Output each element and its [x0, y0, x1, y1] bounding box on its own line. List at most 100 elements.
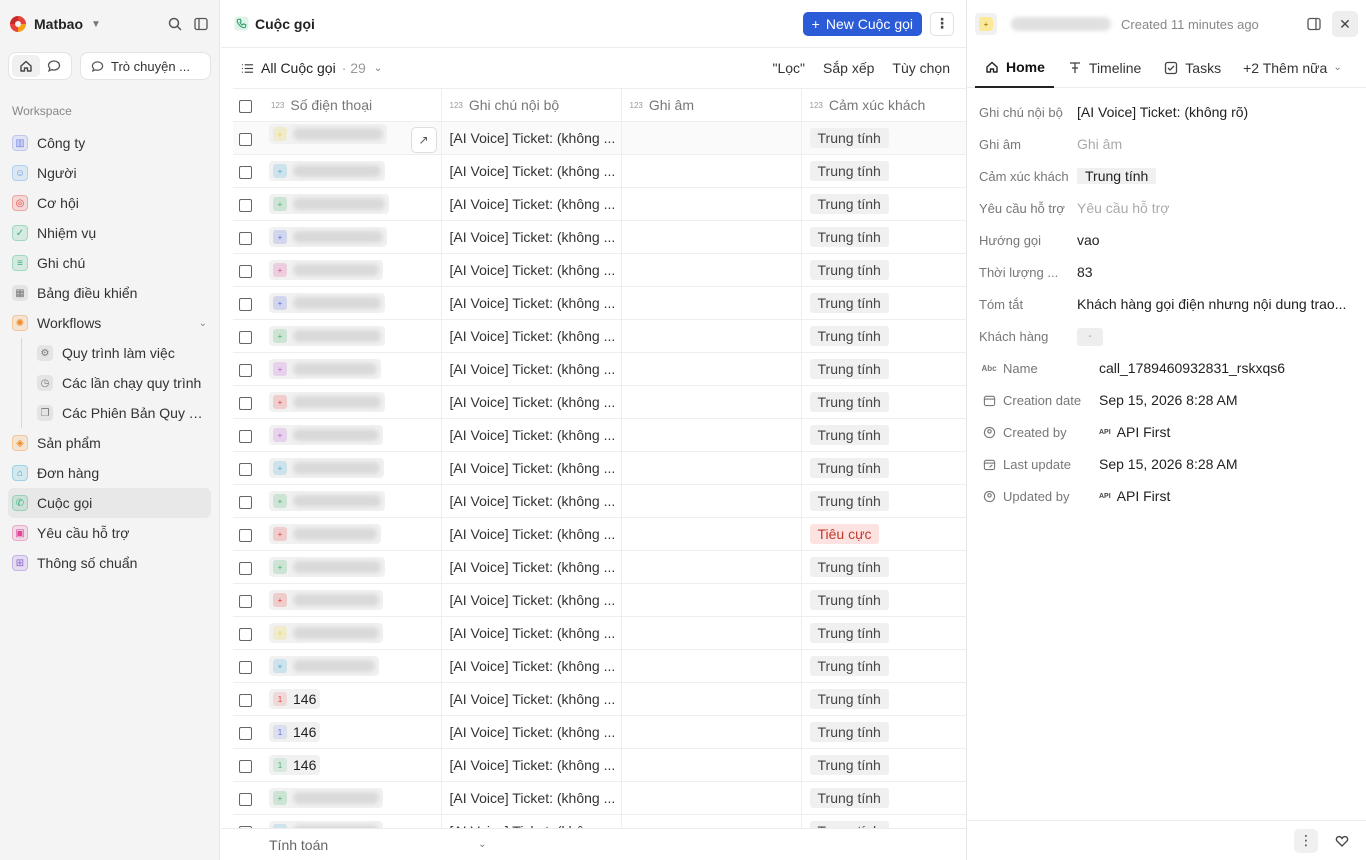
phone-chip[interactable]: +: [269, 458, 384, 479]
table-row[interactable]: + [AI Voice] Ticket: (không ... Trung tính: [233, 352, 966, 386]
table-row[interactable]: + [AI Voice] Ticket: (không ... Trung tính: [233, 451, 966, 485]
recording-cell[interactable]: [621, 121, 802, 155]
field-value[interactable]: Ghi âm: [1077, 136, 1354, 152]
phone-chip[interactable]: +: [269, 656, 379, 677]
table-row[interactable]: 1 146 [AI Voice] Ticket: (không ... Trung t…: [233, 715, 966, 749]
phone-chip[interactable]: +: [269, 524, 381, 545]
note-cell[interactable]: [AI Voice] Ticket: (không ...: [441, 352, 622, 386]
note-cell[interactable]: [AI Voice] Ticket: (không ...: [441, 121, 622, 155]
table-row[interactable]: 1 146 [AI Voice] Ticket: (không ... Trung t…: [233, 748, 966, 782]
recording-cell[interactable]: [621, 484, 802, 518]
phone-chip[interactable]: +: [269, 260, 383, 281]
empty-relation[interactable]: -: [1077, 328, 1103, 346]
field-value[interactable]: Yêu cầu hỗ trợ: [1077, 200, 1354, 216]
note-cell[interactable]: [AI Voice] Ticket: (không ...: [441, 451, 622, 485]
table-row[interactable]: + [AI Voice] Ticket: (không ... Trung tính: [233, 781, 966, 815]
chat-bubble-icon[interactable]: [40, 55, 68, 77]
phone-cell[interactable]: +: [257, 418, 442, 452]
sidebar-item[interactable]: ▣ Yêu cầu hỗ trợ: [8, 518, 211, 548]
search-icon[interactable]: [167, 16, 183, 32]
recording-cell[interactable]: [621, 649, 802, 683]
note-cell[interactable]: [AI Voice] Ticket: (không ...: [441, 748, 622, 782]
sidebar-item[interactable]: ☺ Người: [8, 158, 211, 188]
recording-cell[interactable]: [621, 451, 802, 485]
home-icon[interactable]: [12, 55, 40, 77]
tab-tasks[interactable]: Tasks: [1154, 48, 1230, 88]
sidebar-item[interactable]: ≡ Ghi chú: [8, 248, 211, 278]
note-cell[interactable]: [AI Voice] Ticket: (không ...: [441, 154, 622, 188]
row-checkbox[interactable]: [239, 528, 252, 542]
field-value[interactable]: vao: [1077, 232, 1354, 248]
sidebar-item[interactable]: ⚙ Quy trình làm việc: [8, 338, 211, 368]
note-cell[interactable]: [AI Voice] Ticket: (không ...: [441, 583, 622, 617]
sentiment-cell[interactable]: Tiêu cực: [801, 517, 966, 551]
recording-cell[interactable]: [621, 715, 802, 749]
phone-cell[interactable]: +: [257, 781, 442, 815]
row-checkbox[interactable]: [239, 561, 252, 575]
phone-chip[interactable]: 1 146: [269, 755, 321, 776]
column-header[interactable]: Số điện thoại: [290, 97, 372, 113]
new-chat-button[interactable]: Trò chuyện ...: [80, 52, 211, 80]
phone-cell[interactable]: +: [257, 649, 442, 683]
sentiment-cell[interactable]: Trung tính: [801, 220, 966, 254]
phone-chip[interactable]: 1 146: [269, 689, 321, 710]
phone-chip[interactable]: +: [269, 124, 387, 144]
sentiment-cell[interactable]: Trung tính: [801, 319, 966, 353]
field-row[interactable]: Ghi chú nội bộ [AI Voice] Ticket: (không …: [979, 96, 1354, 128]
note-cell[interactable]: [AI Voice] Ticket: (không ...: [441, 682, 622, 716]
note-cell[interactable]: [AI Voice] Ticket: (không ...: [441, 616, 622, 650]
table-row[interactable]: + [AI Voice] Ticket: (không ... Trung tính: [233, 286, 966, 320]
note-cell[interactable]: [AI Voice] Ticket: (không ...: [441, 385, 622, 419]
row-checkbox[interactable]: [239, 462, 252, 476]
recording-cell[interactable]: [621, 682, 802, 716]
row-checkbox[interactable]: [239, 429, 252, 443]
table-row[interactable]: + [AI Voice] Ticket: (không ... Trung tính: [233, 814, 966, 828]
phone-chip[interactable]: +: [269, 623, 383, 644]
sidebar-item[interactable]: ▥ Công ty: [8, 128, 211, 158]
row-checkbox[interactable]: [239, 495, 252, 509]
table-row[interactable]: + [AI Voice] Ticket: (không ... Trung tính: [233, 550, 966, 584]
row-checkbox[interactable]: [239, 792, 252, 806]
field-row[interactable]: Ghi âm Ghi âm: [979, 128, 1354, 160]
sentiment-cell[interactable]: Trung tính: [801, 550, 966, 584]
phone-cell[interactable]: +: [257, 187, 442, 221]
note-cell[interactable]: [AI Voice] Ticket: (không ...: [441, 517, 622, 551]
phone-cell[interactable]: +: [257, 484, 442, 518]
row-checkbox[interactable]: [239, 297, 252, 311]
row-checkbox[interactable]: [239, 627, 252, 641]
sidebar-item[interactable]: ✓ Nhiệm vụ: [8, 218, 211, 248]
row-checkbox[interactable]: [239, 726, 252, 740]
phone-chip[interactable]: +: [269, 392, 385, 413]
phone-cell[interactable]: +: [257, 286, 442, 320]
phone-chip[interactable]: +: [269, 194, 389, 215]
sentiment-cell[interactable]: Trung tính: [801, 484, 966, 518]
phone-cell[interactable]: +: [257, 583, 442, 617]
phone-cell[interactable]: 1 146: [257, 748, 442, 782]
sentiment-cell[interactable]: Trung tính: [801, 418, 966, 452]
phone-cell[interactable]: + ↗: [257, 121, 442, 155]
chevron-down-icon[interactable]: ⌄: [478, 839, 486, 850]
phone-chip[interactable]: +: [269, 788, 383, 809]
new-record-button[interactable]: + New Cuộc gọi: [802, 11, 922, 36]
phone-cell[interactable]: +: [257, 451, 442, 485]
recording-cell[interactable]: [621, 352, 802, 386]
phone-cell[interactable]: +: [257, 352, 442, 386]
field-value[interactable]: -: [1077, 326, 1354, 346]
sidebar-item[interactable]: ▦ Bảng điều khiển: [8, 278, 211, 308]
phone-chip[interactable]: +: [269, 227, 387, 248]
chevron-down-icon[interactable]: ⌄: [199, 318, 207, 329]
phone-cell[interactable]: +: [257, 220, 442, 254]
phone-chip[interactable]: +: [269, 557, 385, 578]
sentiment-cell[interactable]: Trung tính: [801, 781, 966, 815]
note-cell[interactable]: [AI Voice] Ticket: (không ...: [441, 781, 622, 815]
sentiment-cell[interactable]: Trung tính: [801, 682, 966, 716]
table-row[interactable]: + [AI Voice] Ticket: (không ... Trung tính: [233, 253, 966, 287]
note-cell[interactable]: [AI Voice] Ticket: (không ...: [441, 484, 622, 518]
recording-cell[interactable]: [621, 187, 802, 221]
phone-cell[interactable]: +: [257, 253, 442, 287]
phone-chip[interactable]: +: [269, 590, 383, 611]
chevron-down-icon[interactable]: ▼: [91, 19, 101, 30]
field-row[interactable]: Hướng gọi vao: [979, 224, 1354, 256]
field-row[interactable]: Tóm tắt Khách hàng gọi điện nhưng nội dun…: [979, 288, 1354, 320]
expand-panel-icon[interactable]: [1306, 16, 1322, 32]
